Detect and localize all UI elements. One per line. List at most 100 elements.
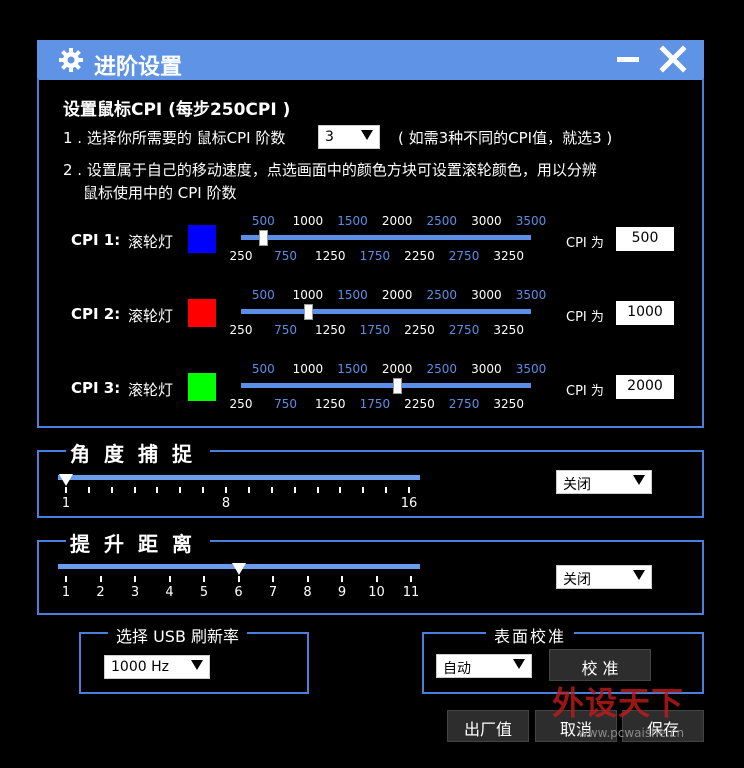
step2-text-line2: 鼠标使用中的 CPI 阶数 bbox=[83, 184, 237, 202]
scale-tick-label: 1500 bbox=[337, 362, 368, 376]
angle-snap-thumb[interactable] bbox=[59, 474, 73, 486]
tick-mark bbox=[225, 487, 228, 493]
cpi-value-input[interactable]: 1000 bbox=[616, 301, 674, 325]
scale-tick-label: 3500 bbox=[515, 288, 547, 302]
scale-tick-label: 2250 bbox=[404, 397, 435, 411]
scale-tick-label: 250 bbox=[229, 323, 253, 337]
tick-mark bbox=[385, 487, 388, 493]
lift-distance-thumb[interactable] bbox=[232, 563, 246, 575]
tick-mark bbox=[375, 576, 378, 582]
lift-distance-scale-label: 8 bbox=[303, 585, 312, 600]
scale-tick-label: 2750 bbox=[448, 249, 480, 263]
scale-tick-label: 750 bbox=[274, 397, 298, 411]
angle-snap-title: 角度捕捉 bbox=[66, 438, 210, 467]
wheel-color-swatch[interactable] bbox=[188, 373, 216, 401]
scale-tick-label: 2250 bbox=[404, 249, 435, 263]
cpi-levels-select[interactable]: 3 bbox=[318, 125, 380, 149]
angle-snap-value: 关闭 bbox=[563, 477, 591, 493]
tick-mark bbox=[133, 487, 136, 493]
scale-tick-label: 1250 bbox=[314, 397, 346, 411]
cpi-slider-track[interactable] bbox=[241, 383, 531, 388]
angle-snap-scale-label: 1 bbox=[61, 496, 71, 511]
lift-distance-select[interactable]: 关闭 bbox=[556, 565, 652, 589]
minimize-icon[interactable] bbox=[617, 57, 639, 62]
scale-tick-label: 1000 bbox=[292, 288, 324, 302]
cpi-value-input[interactable]: 500 bbox=[616, 227, 674, 251]
tick-mark bbox=[316, 487, 319, 493]
scale-tick-label: 750 bbox=[274, 249, 298, 263]
wheel-color-swatch[interactable] bbox=[188, 225, 216, 253]
lift-distance-scale-label: 2 bbox=[96, 585, 105, 600]
angle-snap-select[interactable]: 关闭 bbox=[556, 470, 652, 494]
lift-distance-scale-label: 7 bbox=[268, 585, 278, 600]
scale-tick-label: 2000 bbox=[381, 362, 413, 376]
tick-mark bbox=[156, 487, 159, 493]
step1-hint: ( 如需3种不同的CPI值，就选3 ) bbox=[398, 129, 613, 147]
cpi-value-label: CPI 为 bbox=[566, 236, 604, 251]
scale-tick-label: 3250 bbox=[493, 249, 524, 263]
angle-snap-track[interactable] bbox=[58, 475, 420, 480]
cpi-row-label: CPI 1: bbox=[71, 231, 121, 249]
scale-tick-label: 3250 bbox=[493, 323, 524, 337]
close-icon[interactable] bbox=[658, 44, 688, 74]
scale-tick-label: 3000 bbox=[471, 288, 502, 302]
cpi-value-input[interactable]: 2000 bbox=[616, 375, 674, 399]
lift-distance-scale-label: 4 bbox=[165, 585, 174, 600]
scale-tick-label: 500 bbox=[251, 214, 275, 228]
lift-distance-title: 提升距离 bbox=[66, 528, 210, 557]
surface-mode-select[interactable]: 自动 bbox=[436, 654, 532, 678]
cpi-value-text: 500 bbox=[631, 230, 659, 246]
watermark-logo: 外设天下 bbox=[552, 684, 685, 722]
scale-tick-label: 750 bbox=[274, 323, 298, 337]
gear-icon bbox=[59, 48, 83, 72]
scale-tick-label: 1500 bbox=[337, 288, 368, 302]
scale-tick-label: 1000 bbox=[292, 362, 324, 376]
tick-mark bbox=[293, 487, 296, 493]
tick-mark bbox=[270, 487, 273, 493]
usb-rate-select[interactable]: 1000 Hz bbox=[104, 655, 210, 679]
tick-mark bbox=[179, 487, 182, 493]
wheel-color-swatch[interactable] bbox=[188, 299, 216, 327]
scale-tick-label: 1750 bbox=[359, 397, 391, 411]
usb-rate-title: 选择 USB 刷新率 bbox=[108, 623, 248, 647]
tick-mark bbox=[110, 487, 113, 493]
cpi-heading: 设置鼠标CPI (每步250CPI ) bbox=[63, 100, 291, 120]
surface-mode-value: 自动 bbox=[443, 661, 471, 677]
factory-reset-button[interactable]: 出厂值 bbox=[447, 710, 529, 742]
cpi-slider-thumb[interactable] bbox=[393, 378, 403, 394]
lift-distance-scale-label: 6 bbox=[234, 585, 243, 600]
scale-tick-label: 3250 bbox=[493, 397, 524, 411]
scale-tick-label: 2000 bbox=[381, 214, 413, 228]
lift-distance-scale-label: 5 bbox=[199, 585, 209, 600]
tick-mark bbox=[272, 576, 274, 582]
scale-tick-label: 2500 bbox=[426, 288, 458, 302]
cpi-row-label: CPI 3: bbox=[71, 379, 121, 397]
cpi-slider-track[interactable] bbox=[241, 309, 531, 314]
cpi-slider-thumb[interactable] bbox=[303, 304, 313, 320]
cpi-levels-value: 3 bbox=[325, 129, 334, 145]
wheel-light-label: 滚轮灯 bbox=[128, 307, 174, 325]
scale-tick-label: 250 bbox=[229, 397, 253, 411]
lift-distance-scale-label: 3 bbox=[130, 585, 140, 600]
scale-tick-label: 250 bbox=[229, 249, 253, 263]
tick-mark bbox=[306, 576, 309, 582]
scale-tick-label: 3000 bbox=[471, 362, 502, 376]
tick-mark bbox=[408, 487, 410, 493]
scale-tick-label: 3500 bbox=[515, 214, 547, 228]
scale-tick-label: 2750 bbox=[448, 397, 480, 411]
usb-rate-value: 1000 Hz bbox=[111, 659, 169, 675]
calibrate-button-label: 校 准 bbox=[581, 659, 619, 678]
lift-distance-scale-label: 9 bbox=[337, 585, 347, 600]
scale-tick-label: 3000 bbox=[471, 214, 502, 228]
cpi-slider-thumb[interactable] bbox=[259, 230, 269, 246]
watermark-url: www.pcwaishe.cn bbox=[578, 726, 685, 740]
lift-distance-scale-label: 11 bbox=[402, 585, 420, 600]
scale-tick-label: 2750 bbox=[448, 323, 480, 337]
tick-mark bbox=[65, 487, 67, 493]
tick-mark bbox=[87, 487, 90, 493]
calibrate-button[interactable]: 校 准 bbox=[549, 649, 651, 681]
cpi-slider-track[interactable] bbox=[241, 235, 531, 240]
scale-tick-label: 1750 bbox=[359, 323, 391, 337]
tick-mark bbox=[237, 576, 240, 582]
window-title: 进阶设置 bbox=[94, 55, 183, 80]
